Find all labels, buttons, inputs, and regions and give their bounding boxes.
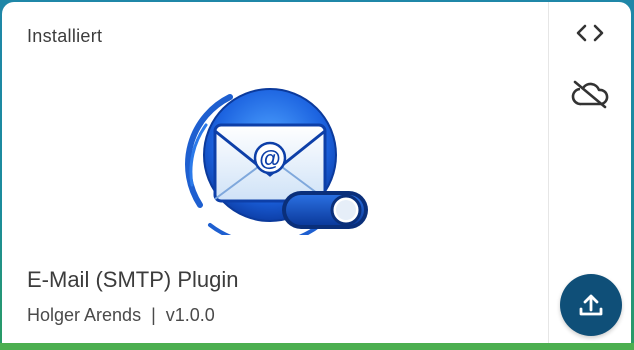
plugin-meta: Holger Arends | v1.0.0	[27, 305, 215, 326]
plugin-version: v1.0.0	[165, 305, 215, 325]
plugin-author: Holger Arends	[27, 305, 142, 325]
cloud-off-icon	[571, 80, 609, 109]
upload-button[interactable]	[560, 274, 622, 336]
actions-pane	[549, 2, 631, 344]
plugin-info-pane: Installiert @ E-Mail (SMTP) Plugin Holge…	[2, 2, 547, 344]
install-status-label: Installiert	[27, 26, 103, 46]
email-plugin-logo: @	[185, 88, 368, 235]
code-icon	[576, 24, 604, 42]
card-frame: Installiert @ E-Mail (SMTP) Plugin Holge…	[0, 0, 634, 350]
cloud-sync-button[interactable]	[571, 75, 609, 113]
plugin-name: E-Mail (SMTP) Plugin	[27, 267, 239, 292]
upload-icon	[579, 294, 603, 316]
plugin-card[interactable]: Installiert @ E-Mail (SMTP) Plugin Holge…	[2, 2, 631, 344]
install-status-bar	[0, 343, 634, 350]
svg-text:@: @	[259, 146, 280, 171]
view-source-button[interactable]	[571, 14, 609, 52]
meta-separator: |	[151, 305, 156, 325]
